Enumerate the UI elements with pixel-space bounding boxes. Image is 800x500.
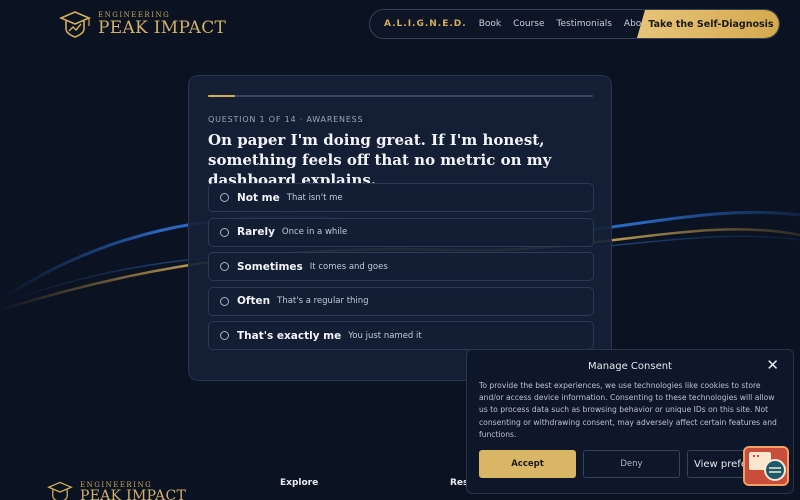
- option-description: That's a regular thing: [277, 296, 369, 306]
- option-description: You just named it: [348, 330, 422, 341]
- footer-logo-wordmark: PEAK IMPACT: [80, 488, 187, 500]
- cookie-consent-icon[interactable]: [743, 446, 789, 486]
- option-description: It comes and goes: [309, 261, 388, 272]
- nav-item-book[interactable]: Book: [479, 19, 501, 29]
- answer-option-often[interactable]: Often That's a regular thing: [208, 286, 594, 316]
- cookie-settings-icon: [749, 452, 786, 481]
- quiz-progress-bar: [208, 95, 593, 97]
- radio-icon[interactable]: [220, 227, 229, 237]
- footer-heading-explore: Explore: [280, 478, 319, 488]
- option-label: That's exactly me: [237, 329, 342, 342]
- quiz-card: QUESTION 1 OF 14 · AWARENESS On paper I'…: [188, 75, 612, 381]
- deny-button[interactable]: Deny: [583, 450, 680, 478]
- nav-item-course[interactable]: Course: [513, 19, 544, 29]
- radio-icon[interactable]: [220, 193, 229, 202]
- answer-option-not-me[interactable]: Not me That isn't me: [208, 183, 594, 212]
- option-label: Often: [237, 295, 271, 307]
- logo-wordmark: PEAK IMPACT: [98, 18, 227, 38]
- mortarboard-shield-logo: [47, 481, 73, 500]
- quiz-progress-fill: [208, 95, 235, 97]
- option-label: Sometimes: [237, 260, 303, 273]
- nav-item-aligned[interactable]: A.L.I.G.N.E.D.: [384, 19, 467, 29]
- close-icon[interactable]: ✕: [766, 358, 779, 373]
- radio-icon[interactable]: [220, 331, 229, 340]
- option-description: Once in a while: [281, 227, 348, 237]
- mortarboard-shield-logo: [58, 11, 92, 38]
- radio-icon[interactable]: [220, 296, 229, 306]
- answer-option-sometimes[interactable]: Sometimes It comes and goes: [208, 252, 594, 281]
- site-header: ENGINEERING PEAK IMPACT A.L.I.G.N.E.D. B…: [0, 0, 800, 48]
- answer-options: Not me That isn't me Rarely Once in a wh…: [208, 183, 594, 356]
- question-meta: QUESTION 1 OF 14 · AWARENESS: [208, 115, 364, 124]
- answer-option-exactly-me[interactable]: That's exactly me You just named it: [208, 321, 594, 350]
- accept-button[interactable]: Accept: [479, 450, 576, 478]
- option-label: Not me: [237, 191, 280, 204]
- site-logo[interactable]: ENGINEERING PEAK IMPACT: [58, 9, 226, 39]
- option-label: Rarely: [237, 226, 275, 238]
- nav-item-testimonials[interactable]: Testimonials: [557, 19, 612, 29]
- main-nav: A.L.I.G.N.E.D. Book Course Testimonials …: [369, 9, 780, 39]
- radio-icon[interactable]: [220, 262, 229, 271]
- option-description: That isn't me: [286, 192, 343, 203]
- footer-logo[interactable]: ENGINEERING PEAK IMPACT: [46, 480, 186, 500]
- consent-title: Manage Consent: [588, 361, 672, 372]
- consent-description: To provide the best experiences, we use …: [479, 381, 777, 439]
- answer-option-rarely[interactable]: Rarely Once in a while: [208, 217, 594, 247]
- self-diagnosis-button[interactable]: Take the Self-Diagnosis: [637, 10, 779, 38]
- question-text: On paper I'm doing great. If I'm honest,…: [208, 131, 552, 189]
